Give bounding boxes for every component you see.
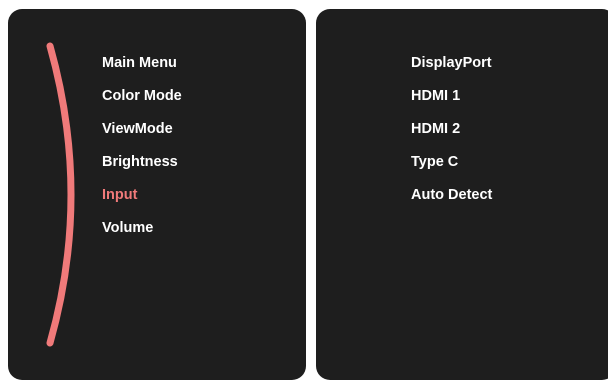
menu-item-viewmode[interactable]: ViewMode bbox=[102, 121, 182, 154]
main-menu-panel: Main Menu Color Mode ViewMode Brightness… bbox=[8, 9, 306, 380]
input-option-auto-detect[interactable]: Auto Detect bbox=[411, 187, 492, 220]
menu-item-color-mode[interactable]: Color Mode bbox=[102, 88, 182, 121]
main-menu-list: Main Menu Color Mode ViewMode Brightness… bbox=[102, 55, 182, 253]
menu-item-volume[interactable]: Volume bbox=[102, 220, 182, 253]
input-submenu-panel: DisplayPort HDMI 1 HDMI 2 Type C Auto De… bbox=[316, 9, 608, 380]
input-option-displayport[interactable]: DisplayPort bbox=[411, 55, 492, 88]
menu-item-brightness[interactable]: Brightness bbox=[102, 154, 182, 187]
input-option-type-c[interactable]: Type C bbox=[411, 154, 492, 187]
input-source-list: DisplayPort HDMI 1 HDMI 2 Type C Auto De… bbox=[411, 55, 492, 220]
menu-item-input[interactable]: Input bbox=[102, 187, 182, 220]
input-option-hdmi-2[interactable]: HDMI 2 bbox=[411, 121, 492, 154]
input-option-hdmi-1[interactable]: HDMI 1 bbox=[411, 88, 492, 121]
menu-item-main-menu[interactable]: Main Menu bbox=[102, 55, 182, 88]
